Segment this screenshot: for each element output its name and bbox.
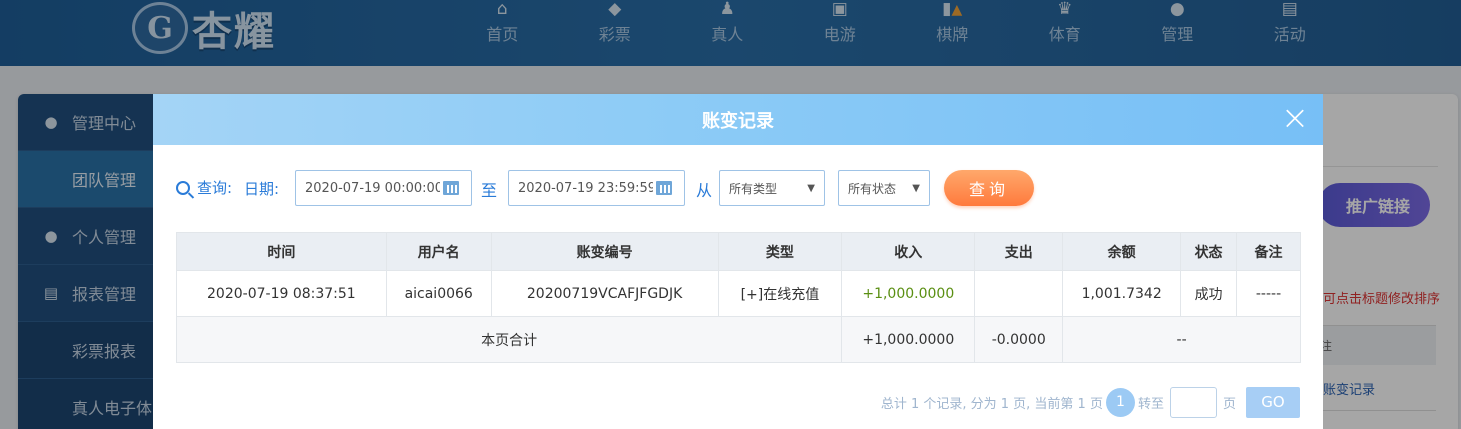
column-header: 用户名 xyxy=(385,232,492,271)
pagination-summary: 总计 1 个记录, 分为 1 页, 当前第 1 页 xyxy=(880,396,1103,412)
column-header: 收入 xyxy=(841,232,976,271)
page-unit-label: 页 xyxy=(1222,396,1236,412)
query-button[interactable]: 查询 xyxy=(944,170,1034,206)
column-header: 备注 xyxy=(1236,232,1301,271)
filter-bar: 查询: 日期: 至 从 所有类型 ▼ 所有状态 ▼ 查询 xyxy=(176,170,1301,206)
cell-type: [+]在线充值 xyxy=(717,270,843,317)
total-label: 本页合计 xyxy=(175,316,843,363)
cell-change-id: 20200719VCAFJFGDJK xyxy=(490,270,719,317)
go-button[interactable]: GO xyxy=(1246,386,1300,418)
total-expense: -0.0000 xyxy=(974,316,1064,363)
table-row: 2020-07-19 08:37:51 aicai0066 20200719VC… xyxy=(176,270,1301,317)
records-table: 时间 用户名 账变编号 类型 收入 支出 余额 状态 备注 2020-07-19… xyxy=(175,232,1301,363)
modal-title: 账变记录 xyxy=(702,110,774,132)
search-icon xyxy=(176,180,190,195)
table-header-row: 时间 用户名 账变编号 类型 收入 支出 余额 状态 备注 xyxy=(176,232,1301,271)
total-rest: -- xyxy=(1062,316,1301,363)
type-select-value: 所有类型 xyxy=(729,181,778,196)
calendar-icon[interactable] xyxy=(443,181,459,195)
column-header: 账变编号 xyxy=(490,232,719,271)
modal-header: 账变记录 × xyxy=(153,94,1323,145)
goto-page-input[interactable] xyxy=(1169,386,1217,418)
column-header: 类型 xyxy=(717,232,843,271)
column-header: 状态 xyxy=(1180,232,1238,271)
status-select[interactable]: 所有状态 ▼ xyxy=(838,170,930,206)
type-select[interactable]: 所有类型 ▼ xyxy=(719,170,825,206)
column-header: 余额 xyxy=(1062,232,1182,271)
query-label: 查询: xyxy=(176,177,232,198)
close-button[interactable]: × xyxy=(1277,101,1313,137)
query-label-text: 查询: xyxy=(197,179,233,197)
column-header: 支出 xyxy=(974,232,1064,271)
cell-time: 2020-07-19 08:37:51 xyxy=(176,270,387,317)
date-to-input[interactable] xyxy=(518,180,653,196)
to-label: 至 xyxy=(481,181,498,200)
dropdown-arrow-icon: ▼ xyxy=(807,182,815,194)
column-header: 时间 xyxy=(176,232,387,271)
date-from-field[interactable] xyxy=(295,170,472,206)
cell-income: +1,000.0000 xyxy=(841,270,976,317)
page-total-row: 本页合计 +1,000.0000 -0.0000 -- xyxy=(175,316,1301,363)
account-change-modal: 账变记录 × 查询: 日期: 至 从 所有类型 ▼ 所有状态 ▼ 查询 xyxy=(153,94,1323,429)
goto-label: 转至 xyxy=(1137,396,1164,412)
date-from-input[interactable] xyxy=(305,180,440,196)
total-income: +1,000.0000 xyxy=(841,316,976,363)
cell-remark: ----- xyxy=(1236,270,1301,317)
status-select-value: 所有状态 xyxy=(848,181,897,196)
from-label: 从 xyxy=(696,181,713,200)
cell-balance: 1,001.7342 xyxy=(1062,270,1182,317)
calendar-icon[interactable] xyxy=(656,181,672,195)
cell-status: 成功 xyxy=(1180,270,1238,317)
date-to-field[interactable] xyxy=(508,170,685,206)
cell-username: aicai0066 xyxy=(385,270,492,317)
cell-expense xyxy=(974,270,1064,317)
dropdown-arrow-icon: ▼ xyxy=(912,182,920,194)
page-number-button[interactable]: 1 xyxy=(1105,387,1135,417)
date-label: 日期: xyxy=(244,180,280,198)
pagination: 总计 1 个记录, 分为 1 页, 当前第 1 页 1 转至 页 GO xyxy=(881,386,1300,418)
